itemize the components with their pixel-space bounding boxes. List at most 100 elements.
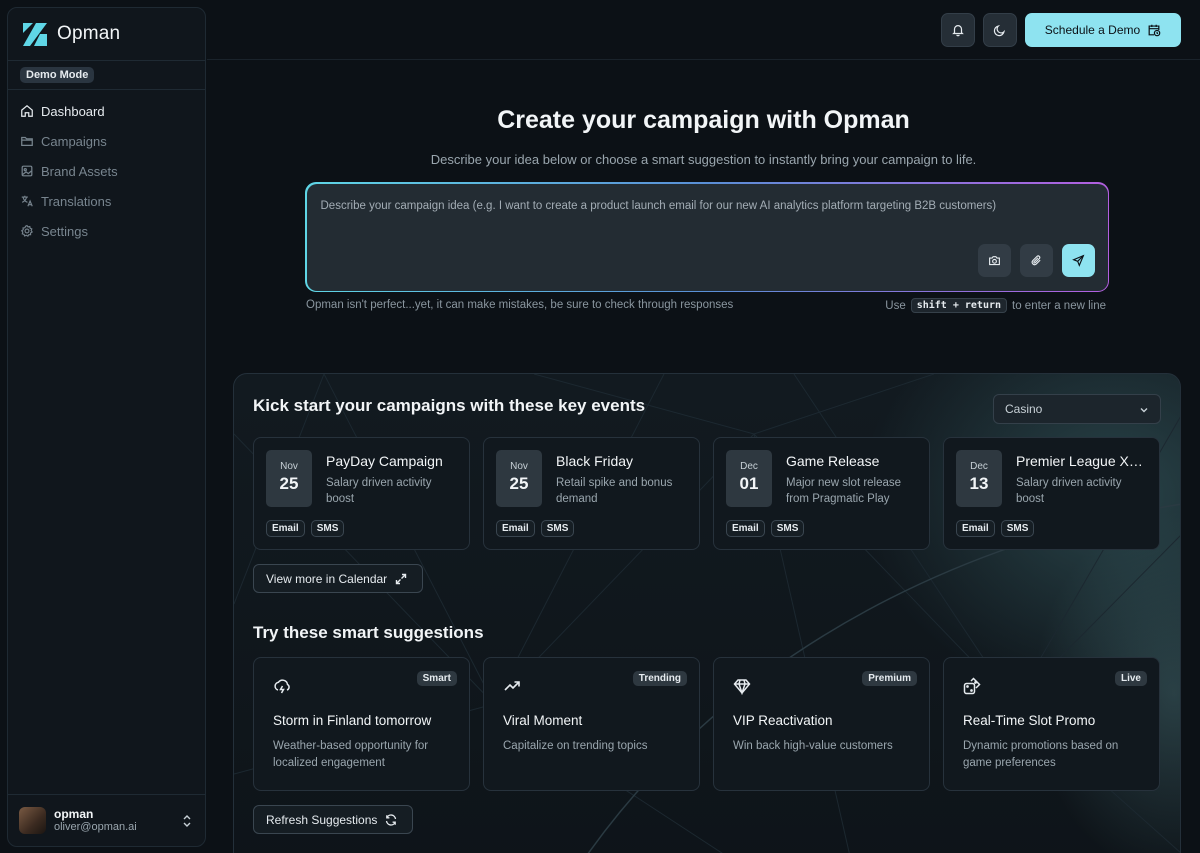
event-channels: Email SMS [956, 520, 1040, 537]
vertical-select-value: Casino [1005, 402, 1043, 416]
suggestion-description: Win back high-value customers [733, 740, 893, 752]
event-date: Nov 25 [496, 450, 542, 507]
suggestion-card[interactable]: Premium VIP Reactivation Win back high-v… [713, 657, 930, 791]
channel-tag: SMS [770, 520, 805, 537]
key-events-panel: Kick start your campaigns with these key… [233, 373, 1181, 853]
event-card[interactable]: Nov 25 Black Friday Retail spike and bon… [483, 437, 700, 550]
hint-prefix: Use [885, 299, 906, 312]
cloud-lightning-icon [274, 679, 290, 694]
event-day: 01 [739, 474, 759, 493]
sidebar-item-label: Dashboard [41, 103, 105, 119]
event-title: Premier League Xmas Special [1016, 453, 1152, 469]
diamond-icon [733, 679, 751, 695]
vertical-select[interactable]: Casino [993, 394, 1161, 424]
sidebar-nav: Dashboard Campaigns Brand Assets Transla… [8, 90, 205, 246]
suggestion-badge: Trending [632, 671, 687, 686]
sidebar-item-label: Campaigns [41, 133, 107, 149]
shortcut-key: shift + return [910, 298, 1008, 313]
suggestion-title: Real-Time Slot Promo [963, 713, 1096, 728]
sidebar-item-dashboard[interactable]: Dashboard [8, 96, 205, 126]
sidebar-item-label: Translations [41, 193, 112, 209]
event-month: Dec [740, 461, 758, 472]
refresh-suggestions-button[interactable]: Refresh Suggestions [253, 805, 413, 834]
user-name: opman [54, 806, 94, 821]
event-card[interactable]: Nov 25 PayDay Campaign Salary driven act… [253, 437, 470, 550]
sidebar-item-campaigns[interactable]: Campaigns [8, 126, 205, 156]
avatar [19, 807, 46, 834]
campaign-prompt-box: Describe your campaign idea (e.g. I want… [305, 182, 1109, 292]
notifications-button[interactable] [941, 13, 975, 47]
event-channels: Email SMS [266, 520, 350, 537]
attach-button[interactable] [1019, 243, 1053, 277]
schedule-demo-label: Schedule a Demo [1044, 23, 1141, 37]
page-title: Create your campaign with Opman [497, 106, 910, 134]
sidebar: Opman Demo Mode Dashboard Campaigns Bran… [7, 7, 206, 847]
suggestion-badge: Premium [862, 671, 917, 686]
channel-tag: Email [956, 520, 995, 537]
suggestion-badge: Live [1114, 671, 1147, 686]
suggestion-title: Storm in Finland tomorrow [273, 713, 432, 728]
topbar: Schedule a Demo [207, 0, 1200, 60]
translate-icon [21, 195, 33, 207]
sidebar-item-settings[interactable]: Settings [8, 216, 205, 246]
view-calendar-button[interactable]: View more in Calendar [253, 564, 423, 593]
event-description: Retail spike and bonus demand [556, 477, 673, 505]
suggestion-title: Viral Moment [503, 713, 583, 728]
moon-icon [993, 25, 1005, 37]
prompt-placeholder: Describe your campaign idea (e.g. I want… [320, 199, 997, 212]
event-card[interactable]: Dec 01 Game Release Major new slot relea… [713, 437, 930, 550]
schedule-demo-button[interactable]: Schedule a Demo [1025, 13, 1181, 47]
sidebar-item-brand-assets[interactable]: Brand Assets [8, 156, 205, 186]
demo-mode-badge: Demo Mode [20, 67, 95, 83]
send-button[interactable] [1061, 243, 1095, 277]
suggestion-card[interactable]: Smart Storm in Finland tomorrow Weather-… [253, 657, 470, 791]
suggestion-description: Weather-based opportunity for localized … [273, 740, 429, 769]
event-date: Dec 13 [956, 450, 1002, 507]
folder-icon [21, 136, 33, 146]
channel-tag: Email [496, 520, 535, 537]
calendar-clock-icon [1148, 24, 1161, 37]
newline-hint: Use shift + return to enter a new line [885, 298, 1106, 313]
event-month: Nov [510, 461, 528, 472]
channel-tag: SMS [540, 520, 575, 537]
suggestion-title: VIP Reactivation [733, 713, 833, 728]
event-title: Game Release [786, 453, 880, 469]
event-title: PayDay Campaign [326, 453, 443, 469]
logo[interactable]: Opman [8, 8, 205, 60]
suggestion-description: Dynamic promotions based on game prefere… [963, 740, 1119, 769]
refresh-icon [386, 813, 397, 826]
gear-icon [20, 224, 33, 237]
dice-icon [963, 677, 981, 695]
suggestions-title: Try these smart suggestions [253, 623, 484, 642]
hint-suffix: to enter a new line [1012, 299, 1106, 312]
theme-toggle-button[interactable] [983, 13, 1017, 47]
event-card[interactable]: Dec 13 Premier League Xmas Special Salar… [943, 437, 1160, 550]
event-month: Dec [970, 461, 988, 472]
campaign-prompt-input[interactable]: Describe your campaign idea (e.g. I want… [306, 183, 1108, 291]
channel-tag: Email [726, 520, 765, 537]
event-description: Major new slot release from Pragmatic Pl… [786, 477, 902, 505]
event-channels: Email SMS [726, 520, 810, 537]
app-name: Opman [57, 23, 121, 44]
user-menu[interactable]: opman oliver@opman.ai [8, 794, 205, 846]
suggestion-card[interactable]: Live Real-Time Slot Promo Dynamic promot… [943, 657, 1160, 791]
event-description: Salary driven activity boost [1016, 477, 1122, 505]
event-day: 13 [969, 474, 989, 493]
event-channels: Email SMS [496, 520, 580, 537]
expand-icon [395, 573, 407, 584]
event-date: Nov 25 [266, 450, 312, 507]
channel-tag: SMS [1000, 520, 1035, 537]
camera-button[interactable] [977, 243, 1011, 277]
paperclip-icon [1031, 254, 1041, 265]
view-calendar-label: View more in Calendar [266, 571, 388, 586]
suggestion-card[interactable]: Trending Viral Moment Capitalize on tren… [483, 657, 700, 791]
image-icon [21, 165, 33, 177]
event-day: 25 [509, 474, 529, 493]
disclaimer-text: Opman isn't perfect...yet, it can make m… [306, 299, 734, 311]
camera-icon [988, 255, 1000, 265]
channel-tag: SMS [310, 520, 345, 537]
event-title: Black Friday [556, 453, 634, 469]
user-email: oliver@opman.ai [54, 820, 137, 833]
sidebar-item-translations[interactable]: Translations [8, 186, 205, 216]
suggestion-badge: Smart [416, 671, 457, 686]
